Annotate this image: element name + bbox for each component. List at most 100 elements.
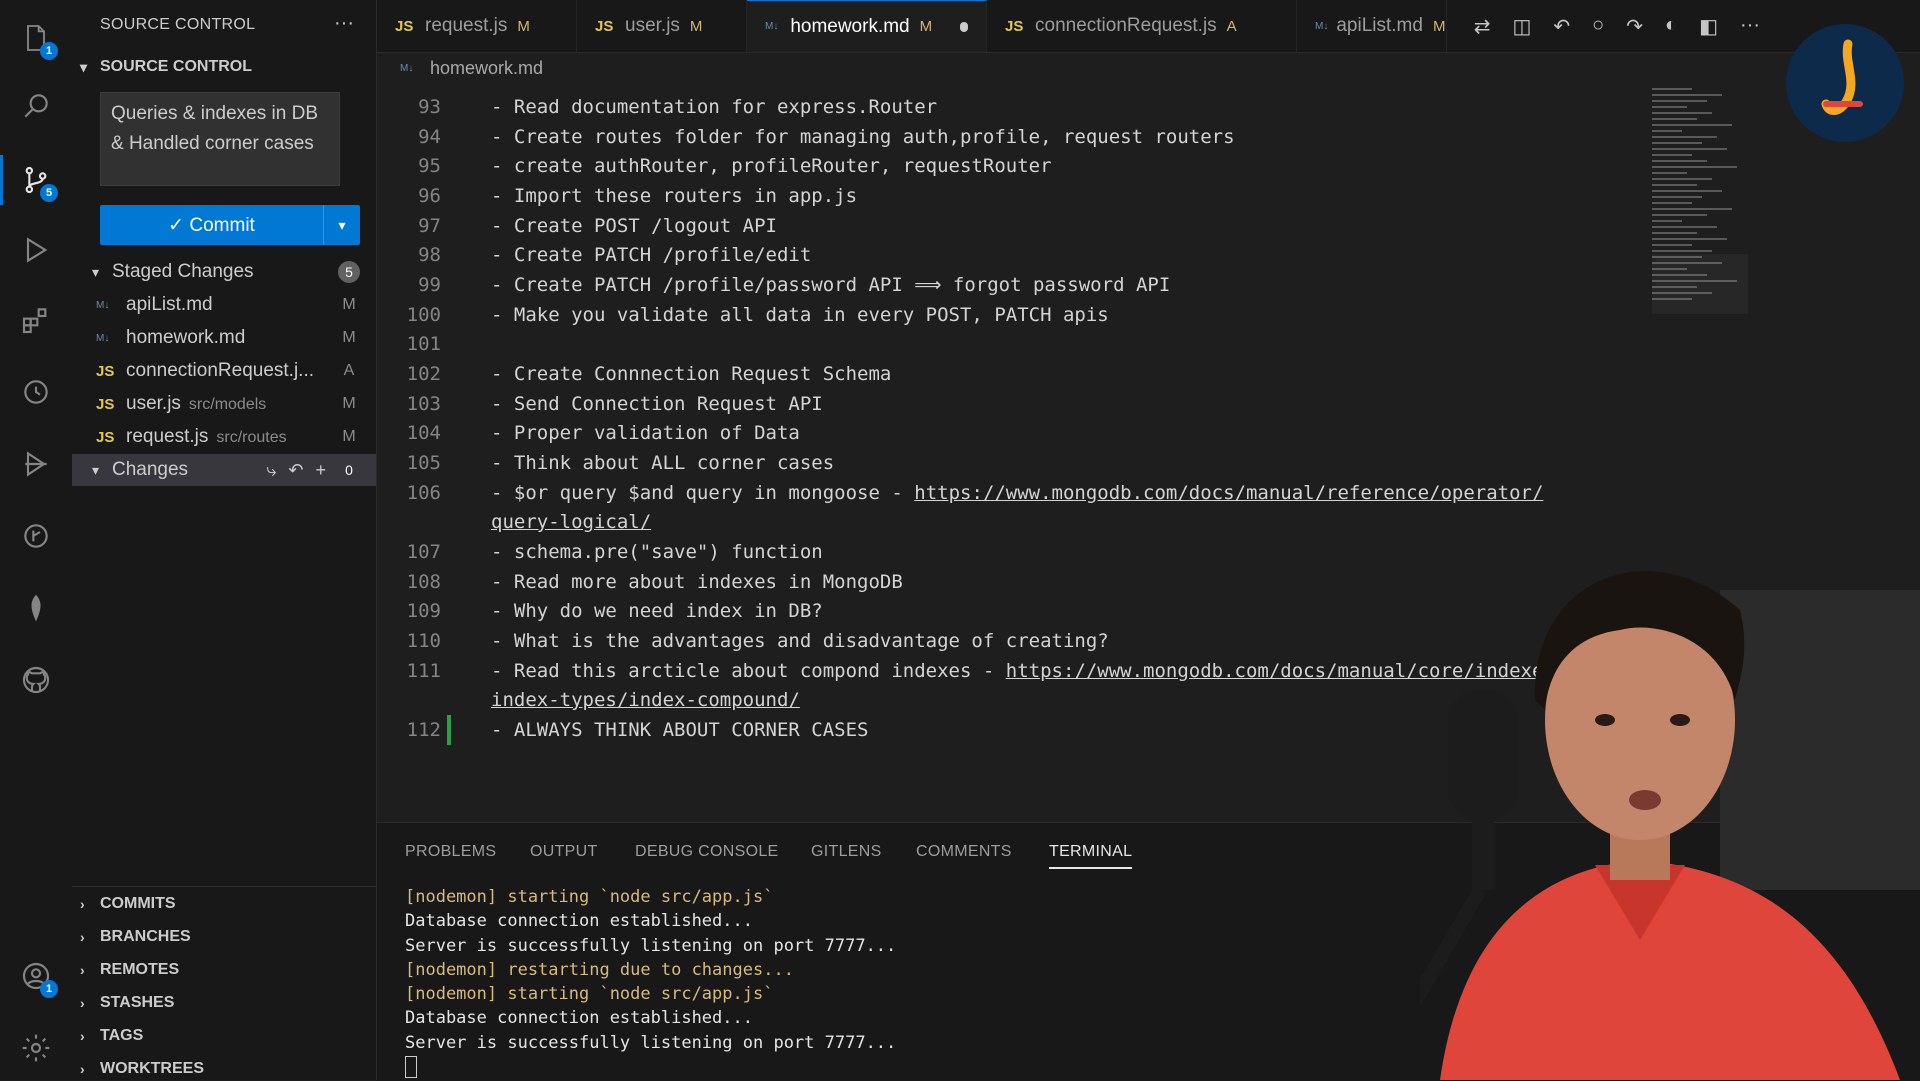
staged-file-item[interactable]: JS user.js src/models M	[72, 388, 376, 420]
tags-section[interactable]: › TAGS	[80, 1027, 143, 1045]
markdown-file-icon: M↓	[400, 63, 414, 74]
explorer-icon[interactable]: 1	[18, 20, 58, 60]
breadcrumb-file: homework.md	[430, 58, 544, 78]
mongodb-indexes-link-wrap[interactable]: index-types/index-compound/	[491, 689, 800, 711]
git-graph-icon[interactable]	[18, 518, 54, 554]
file-name: connectionRequest.j...	[126, 360, 315, 381]
presenter-video	[1420, 571, 1920, 1080]
tab-output[interactable]: OUTPUT	[530, 843, 598, 861]
stage-all-icon[interactable]: +	[315, 460, 326, 481]
more-actions-button[interactable]: ···	[334, 12, 354, 35]
open-preview-icon[interactable]: ◫	[1512, 14, 1531, 39]
source-control-sidebar: SOURCE CONTROL ··· ▾ SOURCE CONTROL Quer…	[72, 0, 377, 1080]
stashes-section[interactable]: › STASHES	[80, 994, 174, 1012]
staged-file-item[interactable]: M↓ homework.md M	[72, 322, 376, 354]
split-editor-icon[interactable]: ◧	[1699, 14, 1718, 39]
git-added-gutter-mark	[447, 715, 451, 745]
section-label: TAGS	[100, 1027, 144, 1044]
line-text: - Think about ALL corner cases	[491, 451, 835, 474]
extensions-icon[interactable]	[18, 302, 54, 338]
open-changes-icon[interactable]: ○	[1592, 14, 1604, 39]
staged-file-item[interactable]: JS connectionRequest.j... A	[72, 355, 376, 387]
line-text: - Create PATCH /profile/edit	[491, 243, 812, 266]
explorer-badge: 1	[40, 42, 58, 60]
tab-debug-console[interactable]: DEBUG CONSOLE	[635, 843, 779, 861]
commits-section[interactable]: › COMMITS	[80, 895, 176, 913]
settings-gear-icon[interactable]	[18, 1030, 54, 1066]
github-icon[interactable]	[18, 662, 54, 698]
terminal-line: [nodemon] restarting due to changes...	[405, 959, 794, 980]
mongodb-operator-link-wrap[interactable]: query-logical/	[491, 511, 651, 533]
changes-label: Changes	[112, 459, 189, 480]
line-number: 95	[418, 154, 441, 177]
file-label: request.js src/routes	[126, 426, 334, 448]
line-text: - $or query $and query in mongoose - htt…	[491, 482, 1543, 504]
line-text: - Send Connection Request API	[491, 392, 823, 415]
timeline-icon[interactable]: ◐	[1665, 14, 1677, 39]
breadcrumb[interactable]: M↓ homework.md	[400, 58, 543, 79]
discard-icon[interactable]: ↶	[288, 460, 303, 481]
changes-header[interactable]: ▾ Changes ⤷ ↶ + 0	[72, 454, 376, 486]
unsaved-dot-icon[interactable]	[960, 21, 968, 32]
staged-changes-header[interactable]: ▾ Staged Changes 5	[72, 256, 376, 288]
open-file-icon[interactable]: ⤷	[266, 460, 276, 481]
changes-count-badge: 0	[345, 462, 353, 478]
tab-comments[interactable]: COMMENTS	[916, 843, 1012, 861]
terminal-output[interactable]: [nodemon] starting `node src/app.js` Dat…	[405, 885, 896, 1079]
worktrees-section[interactable]: › WORKTREES	[80, 1060, 204, 1078]
compare-changes-icon[interactable]: ⇄	[1474, 14, 1491, 39]
tab-gitlens[interactable]: GITLENS	[811, 843, 882, 861]
file-path: src/routes	[216, 429, 287, 446]
line-text: - ALWAYS THINK ABOUT CORNER CASES	[491, 718, 869, 741]
go-back-icon[interactable]: ↶	[1553, 14, 1570, 39]
javascript-file-icon: JS	[96, 395, 115, 413]
source-control-icon[interactable]: 5	[18, 162, 58, 202]
terminal-line: Database connection established...	[405, 1008, 753, 1029]
tab-connectionrequest-js[interactable]: JS connectionRequest.js A	[987, 0, 1297, 52]
tab-apilist-md[interactable]: M↓ apiList.md M	[1297, 0, 1447, 52]
activity-bar: 1 5 1	[0, 0, 73, 1080]
line-number: 105	[406, 451, 441, 474]
file-name: user.js	[126, 393, 181, 414]
staged-file-item[interactable]: M↓ apiList.md M	[72, 289, 376, 321]
line-number: 102	[406, 362, 441, 385]
commit-button-label: ✓ Commit	[168, 214, 255, 236]
line-text: - What is the advantages and disadvantag…	[491, 629, 1109, 652]
tab-label: connectionRequest.js	[1035, 15, 1217, 36]
section-label: COMMITS	[100, 895, 176, 912]
source-control-section-header[interactable]: ▾ SOURCE CONTROL	[80, 58, 252, 76]
terminal-prompt[interactable]	[405, 1055, 896, 1079]
divider	[72, 886, 376, 887]
run-debug-icon[interactable]	[18, 232, 54, 268]
tab-user-js[interactable]: JS user.js M	[577, 0, 747, 52]
remote-explorer-icon[interactable]	[18, 374, 54, 410]
mongodb-icon[interactable]	[18, 590, 54, 626]
line-number: 97	[418, 214, 441, 237]
minimap[interactable]	[1652, 84, 1748, 324]
line-number: 106	[406, 481, 441, 504]
staged-file-item[interactable]: JS request.js src/routes M	[72, 421, 376, 453]
remotes-section[interactable]: › REMOTES	[80, 961, 179, 979]
section-label: BRANCHES	[100, 928, 191, 945]
go-forward-icon[interactable]: ↷	[1626, 14, 1643, 39]
tab-homework-md[interactable]: M↓ homework.md M	[747, 0, 987, 52]
tab-request-js[interactable]: JS request.js M	[377, 0, 577, 52]
tab-status: M	[689, 17, 703, 35]
tab-problems[interactable]: PROBLEMS	[405, 843, 496, 861]
commit-dropdown-chevron-icon[interactable]: ▾	[323, 205, 360, 245]
commit-message-input[interactable]: Queries & indexes in DB & Handled corner…	[100, 92, 340, 186]
line-text: - Create POST /logout API	[491, 214, 777, 237]
search-icon[interactable]	[18, 88, 54, 124]
accounts-icon[interactable]: 1	[18, 958, 58, 998]
chevron-down-icon: ▾	[80, 58, 88, 75]
more-actions-icon[interactable]: ···	[1740, 14, 1760, 39]
line-number: 101	[406, 332, 441, 355]
line-text: - Create Connnection Request Schema	[491, 362, 892, 385]
terminal-line: Database connection established...	[405, 911, 753, 932]
markdown-file-icon: M↓	[96, 332, 110, 344]
commit-button[interactable]: ✓ Commit ▾	[100, 205, 360, 245]
tab-terminal[interactable]: TERMINAL	[1049, 843, 1133, 869]
branches-section[interactable]: › BRANCHES	[80, 928, 191, 946]
line-number: 109	[406, 599, 441, 622]
testing-icon[interactable]	[18, 446, 54, 482]
